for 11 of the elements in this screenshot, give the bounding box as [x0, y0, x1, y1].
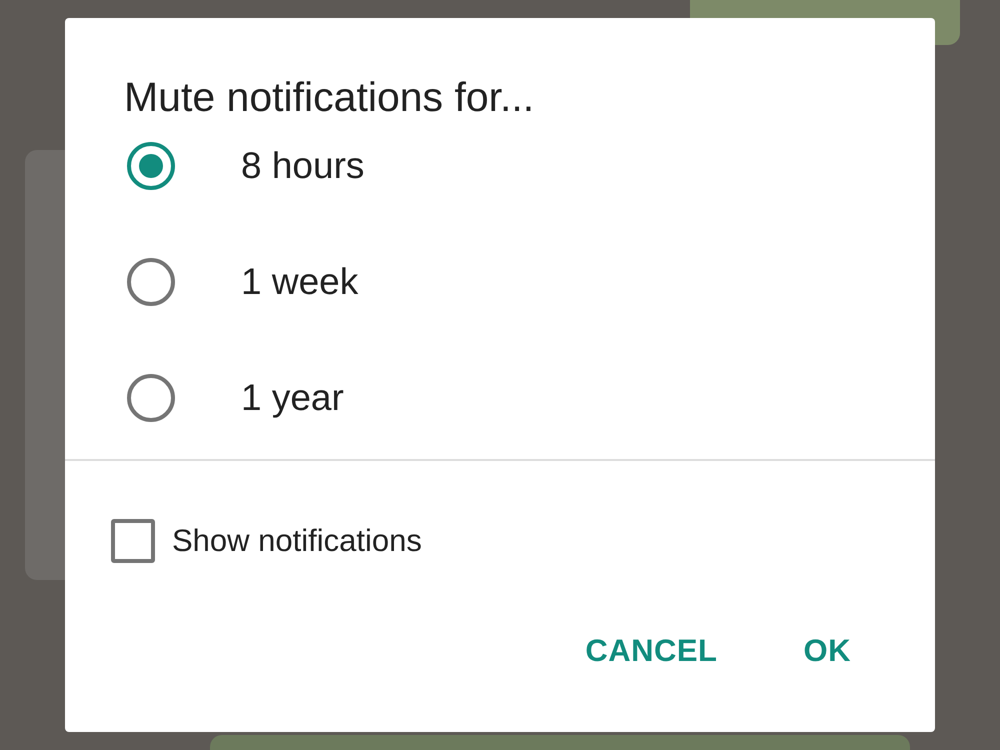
option-label: 8 hours: [241, 145, 364, 187]
radio-button[interactable]: [127, 142, 175, 190]
option-label: 1 week: [241, 261, 358, 303]
checkbox[interactable]: [111, 519, 155, 563]
radio-button[interactable]: [127, 258, 175, 306]
dialog-title: Mute notifications for...: [124, 73, 534, 121]
option-label: 1 year: [241, 377, 344, 419]
radio-button[interactable]: [127, 374, 175, 422]
checkbox-label: Show notifications: [172, 523, 422, 559]
ok-button[interactable]: OK: [776, 623, 879, 679]
cancel-button[interactable]: CANCEL: [557, 623, 746, 679]
